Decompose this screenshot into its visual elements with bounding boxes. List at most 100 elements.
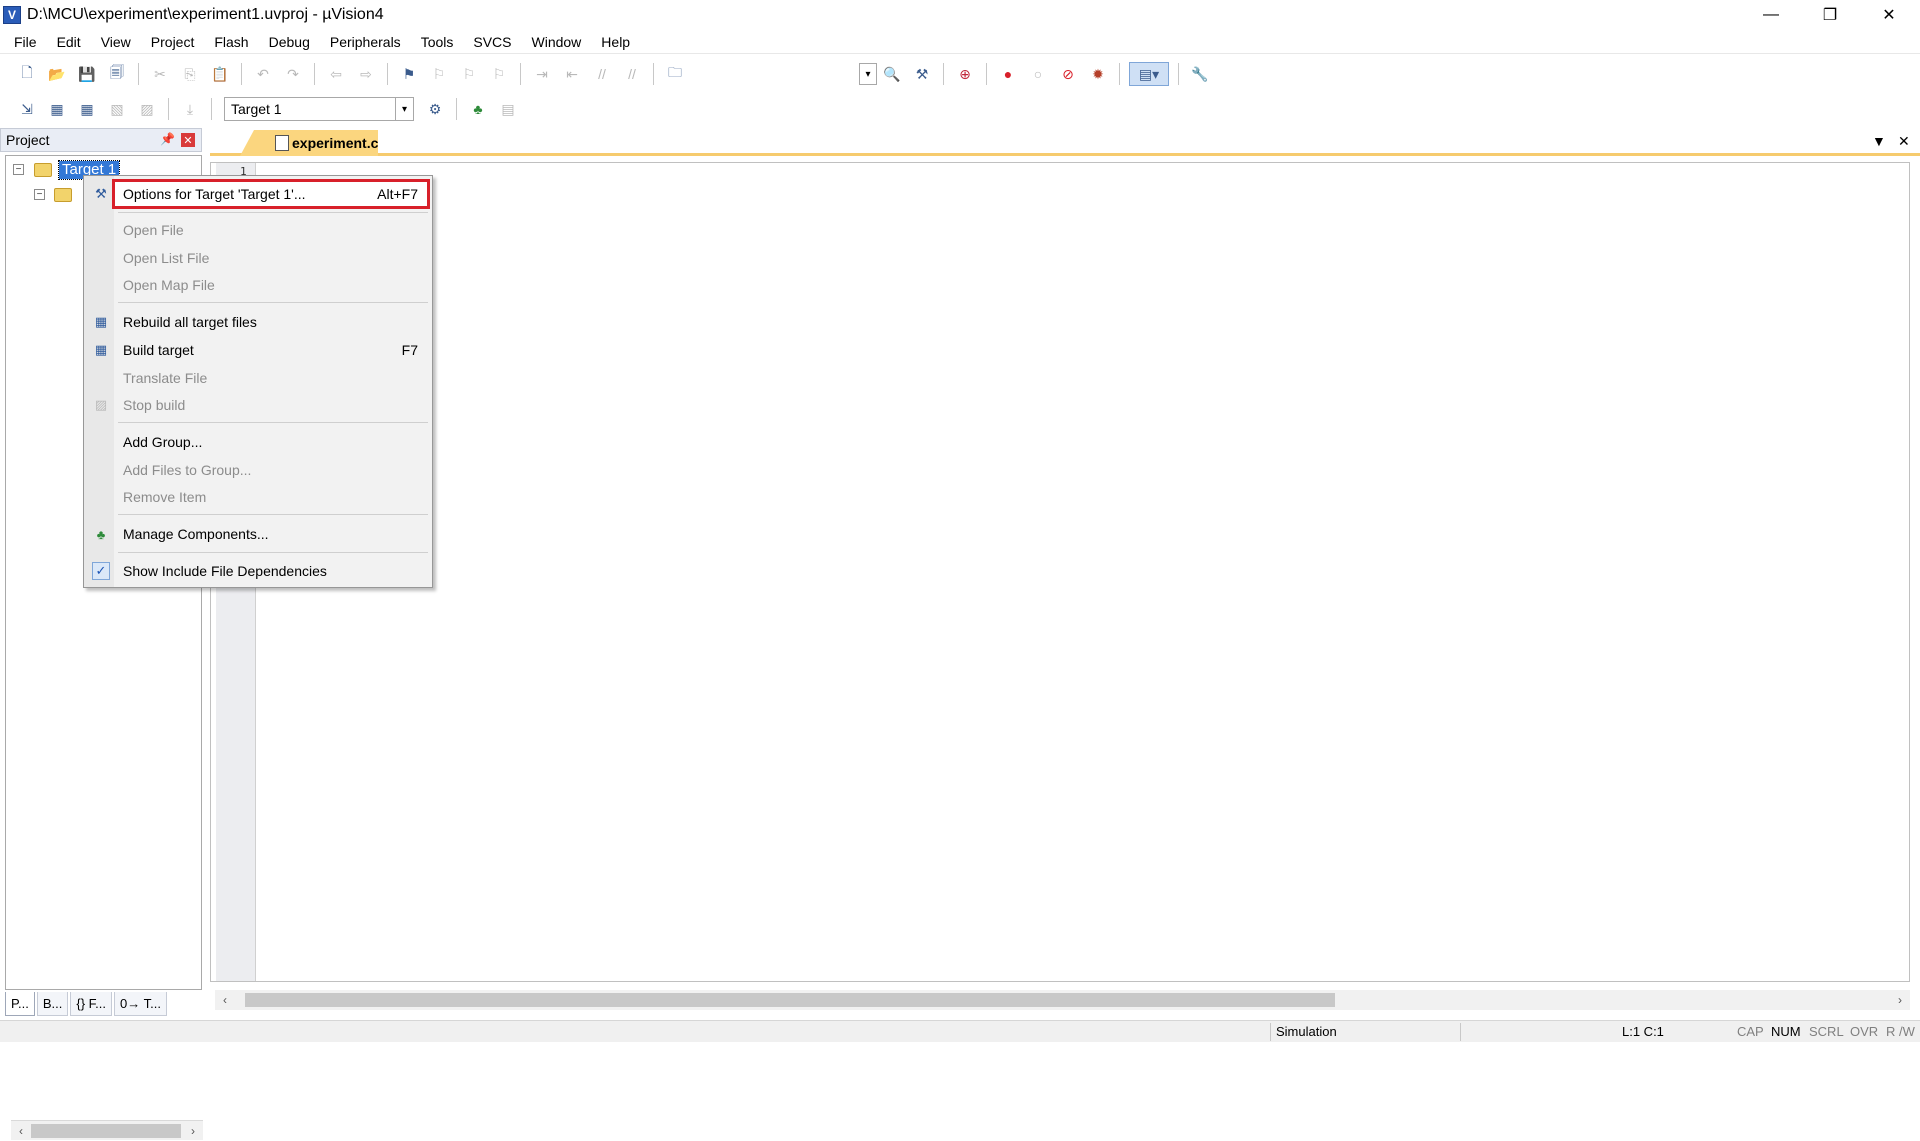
indent-icon[interactable]: ⇥ — [530, 62, 554, 86]
menu-item-translate-file[interactable]: Translate File — [84, 365, 432, 391]
collapse-group-icon[interactable]: − — [34, 189, 45, 200]
unindent-icon[interactable]: ⇤ — [560, 62, 584, 86]
manage-components-icon[interactable]: ♣ — [466, 97, 490, 121]
options-for-target-icon[interactable]: ⚙ — [423, 97, 447, 121]
close-pane-icon[interactable]: ✕ — [181, 133, 195, 147]
configure-wrench-icon[interactable]: 🔧 — [1188, 62, 1212, 86]
incremental-find-icon[interactable]: ⚒ — [910, 62, 934, 86]
menu-flash[interactable]: Flash — [204, 30, 258, 54]
menu-file[interactable]: File — [4, 30, 47, 54]
menu-item-open-file[interactable]: Open File — [84, 217, 432, 243]
status-rw: R /W — [1886, 1024, 1915, 1039]
menu-debug[interactable]: Debug — [259, 30, 320, 54]
save-icon[interactable]: 💾 — [75, 62, 99, 86]
menu-item-show-include-deps[interactable]: ✓ Show Include File Dependencies — [84, 558, 432, 584]
menu-item-add-files-to-group[interactable]: Add Files to Group... — [84, 457, 432, 483]
editor-horizontal-scrollbar[interactable]: ‹ › — [215, 990, 1910, 1010]
menu-help[interactable]: Help — [591, 30, 640, 54]
code-editor[interactable]: 1 — [210, 162, 1910, 982]
check-icon: ✓ — [92, 562, 110, 580]
menu-window[interactable]: Window — [522, 30, 592, 54]
editor-area: experiment.c ▼ ✕ 1 ‹ › — [210, 128, 1920, 1018]
new-file-icon[interactable]: 🗋 — [15, 62, 39, 86]
save-all-icon[interactable]: 🗐 — [105, 62, 129, 86]
tab-templates[interactable]: 0→ T... — [114, 992, 167, 1016]
menu-item-remove-item[interactable]: Remove Item — [84, 484, 432, 510]
menu-item-build-target[interactable]: ▦ Build target F7 — [84, 337, 432, 363]
batch-build-icon[interactable]: ▧ — [105, 97, 129, 121]
insert-breakpoint-icon[interactable]: ● — [996, 62, 1020, 86]
project-horizontal-scrollbar[interactable]: ‹ › — [11, 1120, 203, 1140]
enable-breakpoint-icon[interactable]: ○ — [1026, 62, 1050, 86]
menu-view[interactable]: View — [91, 30, 141, 54]
scroll-thumb[interactable] — [245, 993, 1335, 1007]
options-wand-icon: ⚒ — [95, 186, 107, 201]
menu-item-options-for-target[interactable]: ⚒ Options for Target 'Target 1'... Alt+F… — [84, 181, 432, 207]
status-num: NUM — [1771, 1024, 1801, 1039]
bookmark-icon[interactable]: ⚑ — [397, 62, 421, 86]
uncomment-icon[interactable]: // — [620, 62, 644, 86]
status-separator — [1460, 1023, 1461, 1041]
open-file-icon[interactable]: 📂 — [45, 62, 69, 86]
translate-icon[interactable]: ⇲ — [15, 97, 39, 121]
tab-project[interactable]: P... — [5, 992, 35, 1016]
clear-bookmarks-icon[interactable]: ⚐ — [487, 62, 511, 86]
find-icon[interactable]: 🔍 — [880, 62, 904, 86]
navigate-forward-icon[interactable]: ⇨ — [354, 62, 378, 86]
scroll-left-icon[interactable]: ‹ — [215, 990, 235, 1010]
scroll-right-icon[interactable]: › — [183, 1121, 203, 1141]
tab-list-chevron-icon[interactable]: ▼ — [1872, 133, 1886, 149]
paste-icon[interactable]: 📋 — [208, 62, 232, 86]
undo-icon[interactable]: ↶ — [251, 62, 275, 86]
scroll-left-icon[interactable]: ‹ — [11, 1121, 31, 1141]
menu-item-open-map-file[interactable]: Open Map File — [84, 272, 432, 298]
menu-item-stop-build[interactable]: ▨ Stop build — [84, 392, 432, 418]
minimize-button[interactable]: — — [1742, 0, 1800, 30]
pin-icon[interactable]: 📌 — [160, 132, 175, 146]
tab-books[interactable]: B... — [36, 992, 69, 1016]
collapse-target-icon[interactable]: − — [13, 164, 24, 175]
menu-peripherals[interactable]: Peripherals — [320, 30, 411, 54]
debug-session-icon[interactable]: ⊕ — [953, 62, 977, 86]
kill-breakpoints-icon[interactable]: ✹ — [1086, 62, 1110, 86]
copy-icon[interactable]: ⎘ — [178, 62, 202, 86]
build-icon[interactable]: ▦ — [45, 97, 69, 121]
scroll-thumb[interactable] — [31, 1124, 181, 1138]
download-load-icon[interactable]: ⤓ — [178, 97, 202, 121]
find-in-files-icon[interactable]: 🗀 — [663, 62, 687, 86]
toolbar-separator — [653, 63, 654, 85]
restore-button[interactable]: ❐ — [1801, 0, 1859, 30]
menu-svcs[interactable]: SVCS — [463, 30, 521, 54]
navigate-back-icon[interactable]: ⇦ — [324, 62, 348, 86]
comment-icon[interactable]: // — [590, 62, 614, 86]
menu-item-rebuild-all[interactable]: ▦ Rebuild all target files — [84, 309, 432, 335]
tab-functions[interactable]: {} F... — [70, 992, 112, 1016]
cut-icon[interactable]: ✂ — [148, 62, 172, 86]
select-packs-icon[interactable]: ▤ — [496, 97, 520, 121]
menu-tools[interactable]: Tools — [411, 30, 464, 54]
build-toolbar: ⇲ ▦ ▦ ▧ ▨ ⤓ Target 1 ▾ ⚙ ♣ ▤ — [0, 93, 1920, 125]
stop-build-icon[interactable]: ▨ — [135, 97, 159, 121]
menu-item-manage-components[interactable]: ♣ Manage Components... — [84, 521, 432, 547]
group-folder-icon — [54, 188, 72, 202]
rebuild-icon[interactable]: ▦ — [75, 97, 99, 121]
find-combo-dropdown[interactable]: ▾ — [859, 63, 877, 85]
menu-item-open-list-file[interactable]: Open List File — [84, 245, 432, 271]
target-select[interactable]: Target 1 ▾ — [224, 97, 414, 121]
disable-breakpoints-icon[interactable]: ⊘ — [1056, 62, 1080, 86]
scroll-right-icon[interactable]: › — [1890, 990, 1910, 1010]
target-select-value: Target 1 — [231, 101, 282, 117]
menu-edit[interactable]: Edit — [47, 30, 91, 54]
redo-icon[interactable]: ↷ — [281, 62, 305, 86]
next-bookmark-icon[interactable]: ⚐ — [457, 62, 481, 86]
close-window-button[interactable]: ✕ — [1860, 0, 1918, 30]
editor-tab-strip: experiment.c ▼ ✕ — [210, 128, 1920, 156]
toolbar-separator — [138, 63, 139, 85]
prev-bookmark-icon[interactable]: ⚐ — [427, 62, 451, 86]
close-tab-icon[interactable]: ✕ — [1898, 133, 1910, 150]
chevron-down-icon[interactable]: ▾ — [395, 98, 413, 120]
menu-item-add-group[interactable]: Add Group... — [84, 429, 432, 455]
menu-project[interactable]: Project — [141, 30, 205, 54]
window-layout-icon[interactable]: ▤▾ — [1129, 62, 1169, 86]
tab-experiment-c[interactable]: experiment.c — [240, 130, 378, 156]
